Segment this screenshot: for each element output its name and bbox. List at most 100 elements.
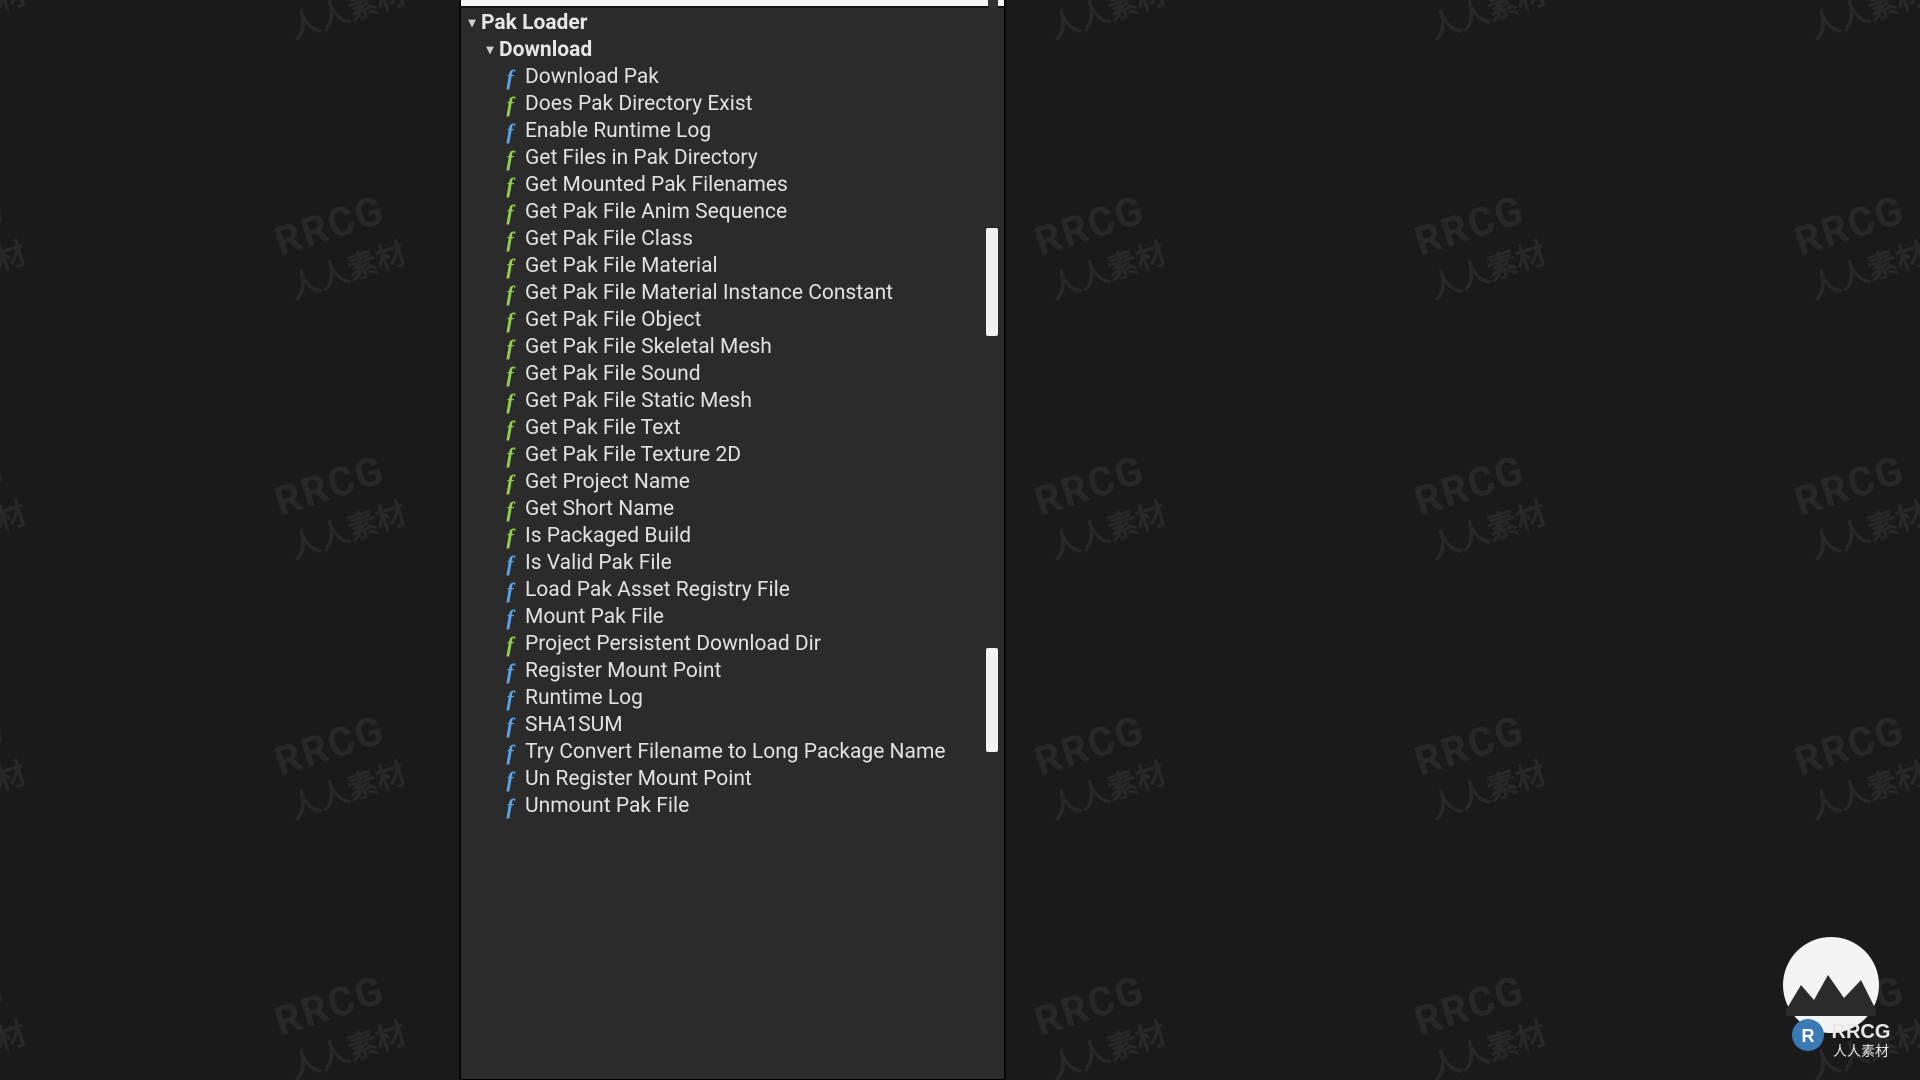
watermark-text: RRCG xyxy=(1029,964,1158,1046)
function-item[interactable]: fGet Pak File Text xyxy=(461,415,1004,442)
function-f-icon: f xyxy=(501,442,519,469)
function-item[interactable]: fGet Files in Pak Directory xyxy=(461,145,1004,172)
function-item[interactable]: fDownload Pak xyxy=(461,64,1004,91)
category-download[interactable]: ▾ Download xyxy=(461,37,1004,64)
watermark-text: 人人素材 xyxy=(1803,0,1920,47)
function-f-icon: f xyxy=(501,253,519,280)
category-label: Download xyxy=(499,37,592,64)
watermark-text: 人人素材 xyxy=(1043,1008,1171,1080)
watermark-text: 人人素材 xyxy=(1423,488,1551,567)
function-label: Unmount Pak File xyxy=(525,793,689,820)
function-label: Is Packaged Build xyxy=(525,523,691,550)
function-item[interactable]: fGet Pak File Object xyxy=(461,307,1004,334)
scrollbar-thumb[interactable] xyxy=(986,228,998,336)
function-f-icon: f xyxy=(501,469,519,496)
watermark-text: RRCG xyxy=(1029,444,1158,526)
function-item[interactable]: fGet Pak File Skeletal Mesh xyxy=(461,334,1004,361)
function-f-icon: f xyxy=(501,523,519,550)
category-pak-loader[interactable]: ▾ Pak Loader xyxy=(461,10,1004,37)
function-f-icon: f xyxy=(501,415,519,442)
function-item[interactable]: fGet Pak File Material Instance Constant xyxy=(461,280,1004,307)
watermark: RRCG人人素材 xyxy=(1789,444,1920,568)
function-item[interactable]: fGet Project Name xyxy=(461,469,1004,496)
scrollbar-thumb[interactable] xyxy=(986,648,998,752)
function-item[interactable]: fDoes Pak Directory Exist xyxy=(461,91,1004,118)
watermark: RRCG人人素材 xyxy=(0,444,31,568)
function-f-icon: f xyxy=(501,712,519,739)
function-item[interactable]: fGet Pak File Texture 2D xyxy=(461,442,1004,469)
function-item[interactable]: fGet Mounted Pak Filenames xyxy=(461,172,1004,199)
function-item[interactable]: fMount Pak File xyxy=(461,604,1004,631)
watermark-text: RRCG xyxy=(269,704,398,786)
scrollbar-track[interactable] xyxy=(986,8,998,1071)
function-label: Get Pak File Text xyxy=(525,415,681,442)
watermark: RRCG人人素材 xyxy=(1789,704,1920,828)
action-tree: ▾ Pak Loader ▾ Download fDownload PakfDo… xyxy=(461,8,1004,820)
watermark: RRCG人人素材 xyxy=(1409,444,1551,568)
function-item[interactable]: fUnmount Pak File xyxy=(461,793,1004,820)
function-item[interactable]: fRegister Mount Point xyxy=(461,658,1004,685)
watermark: RRCG人人素材 xyxy=(1409,0,1551,47)
function-label: Get Pak File Material xyxy=(525,253,718,280)
watermark: RRCG人人素材 xyxy=(1789,964,1920,1080)
function-label: Does Pak Directory Exist xyxy=(525,91,753,118)
function-item[interactable]: fGet Pak File Anim Sequence xyxy=(461,199,1004,226)
watermark-text: RRCG xyxy=(1409,964,1538,1046)
function-item[interactable]: fSHA1SUM xyxy=(461,712,1004,739)
watermark: RRCG人人素材 xyxy=(1029,444,1171,568)
function-item[interactable]: fGet Pak File Material xyxy=(461,253,1004,280)
function-label: Project Persistent Download Dir xyxy=(525,631,821,658)
function-f-icon: f xyxy=(501,739,519,766)
watermark-text: 人人素材 xyxy=(1043,488,1171,567)
watermark-text: RRCG xyxy=(1789,964,1918,1046)
function-f-icon: f xyxy=(501,172,519,199)
watermark-text: 人人素材 xyxy=(1803,228,1920,307)
function-f-icon: f xyxy=(501,550,519,577)
function-f-icon: f xyxy=(501,199,519,226)
function-item[interactable]: fGet Pak File Sound xyxy=(461,361,1004,388)
function-f-icon: f xyxy=(501,64,519,91)
function-label: Get Project Name xyxy=(525,469,690,496)
function-item[interactable]: fLoad Pak Asset Registry File xyxy=(461,577,1004,604)
watermark: RRCG人人素材 xyxy=(1029,704,1171,828)
function-f-icon: f xyxy=(501,91,519,118)
function-label: Get Mounted Pak Filenames xyxy=(525,172,788,199)
function-label: Register Mount Point xyxy=(525,658,721,685)
watermark-text: 人人素材 xyxy=(0,0,31,47)
context-menu-panel: ▾ Pak Loader ▾ Download fDownload PakfDo… xyxy=(460,0,1005,1080)
watermark-text: RRCG xyxy=(1409,444,1538,526)
function-label: Get Pak File Object xyxy=(525,307,701,334)
search-bar[interactable] xyxy=(461,0,1004,8)
function-label: Get Pak File Class xyxy=(525,226,693,253)
function-item[interactable]: fUn Register Mount Point xyxy=(461,766,1004,793)
svg-text:RRCG: RRCG xyxy=(1832,1021,1891,1043)
function-item[interactable]: fRuntime Log xyxy=(461,685,1004,712)
watermark: RRCG人人素材 xyxy=(269,704,411,828)
watermark: RRCG人人素材 xyxy=(1409,964,1551,1080)
function-label: Get Pak File Sound xyxy=(525,361,701,388)
watermark-text: 人人素材 xyxy=(283,488,411,567)
category-label: Pak Loader xyxy=(481,10,587,37)
rrcg-logo: R RRCG 人人素材 xyxy=(1766,930,1896,1060)
watermark: RRCG人人素材 xyxy=(1029,964,1171,1080)
function-item[interactable]: fGet Pak File Static Mesh xyxy=(461,388,1004,415)
function-item[interactable]: fIs Packaged Build xyxy=(461,523,1004,550)
watermark: RRCG人人素材 xyxy=(1789,0,1920,47)
watermark-text: RRCG xyxy=(1789,184,1918,266)
watermark: RRCG人人素材 xyxy=(0,184,31,308)
function-label: Get Files in Pak Directory xyxy=(525,145,758,172)
watermark-text: RRCG xyxy=(1409,184,1538,266)
watermark-text: 人人素材 xyxy=(283,0,411,47)
function-item[interactable]: fIs Valid Pak File xyxy=(461,550,1004,577)
function-f-icon: f xyxy=(501,307,519,334)
function-item[interactable]: fGet Short Name xyxy=(461,496,1004,523)
function-item[interactable]: fGet Pak File Class xyxy=(461,226,1004,253)
watermark-text: RRCG xyxy=(1789,444,1918,526)
watermark: RRCG人人素材 xyxy=(1409,704,1551,828)
function-label: Get Pak File Static Mesh xyxy=(525,388,752,415)
watermark-text: RRCG xyxy=(0,704,18,786)
watermark: RRCG人人素材 xyxy=(269,0,411,47)
function-item[interactable]: fEnable Runtime Log xyxy=(461,118,1004,145)
function-item[interactable]: fTry Convert Filename to Long Package Na… xyxy=(461,739,1004,766)
function-item[interactable]: fProject Persistent Download Dir xyxy=(461,631,1004,658)
